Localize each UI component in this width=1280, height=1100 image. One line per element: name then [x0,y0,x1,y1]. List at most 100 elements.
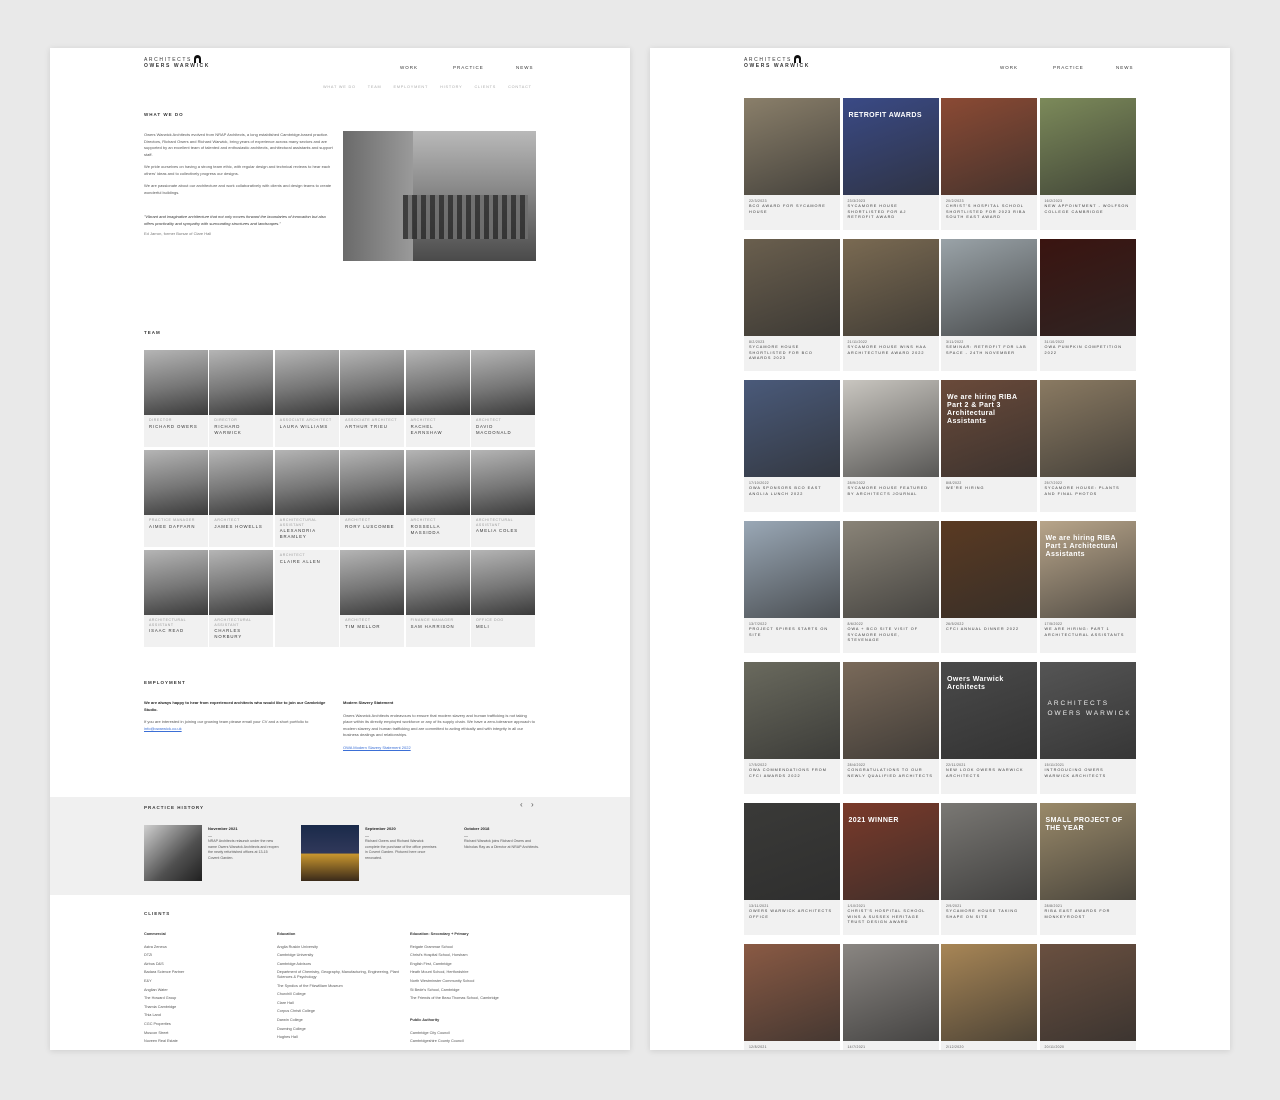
team-member-name: JAMES HOWELLS [214,523,263,529]
news-card[interactable]: 31/10/2022 OWA PUMPKIN COMPETITION 2022 [1039,239,1136,371]
news-card-date: 21/11/2022 [847,340,868,344]
logo-line2: OWERS WARWICK [744,63,810,69]
news-card[interactable]: We are hiring RIBA Part 1 Architectural … [1039,521,1136,653]
team-member-photo [470,550,536,615]
team-member-card[interactable]: PRACTICE MANAGER AIMEE DAFFARN [144,450,209,550]
subnav-what-we-do[interactable]: WHAT WE DO [323,85,356,89]
news-card[interactable]: 21/11/2022 SYCAMORE HOUSE WINS HAA ARCHIT… [842,239,939,371]
subnav-history[interactable]: HISTORY [440,85,462,89]
logo-arch-icon [194,55,201,63]
history-item-3: October 2018 — Richard Warwick joins Ric… [464,826,540,849]
news-card[interactable]: 17/10/2022 OWA SPONSORS BCO EAST ANGLIA L… [744,380,840,512]
nav-practice[interactable]: PRACTICE [453,65,484,70]
news-card[interactable]: 20/2/2023 CHRIST'S HOSPITAL SCHOOL SHORTL… [941,98,1037,230]
what-paragraph-1: Owers Warwick Architects evolved from NR… [144,132,333,157]
slavery-statement-link[interactable]: OWA Modern Slavery Statement 2022 [343,745,536,752]
subnav-team[interactable]: TEAM [368,85,382,89]
team-member-card[interactable]: ARCHITECT RORY LUSCOMBE [340,450,406,550]
news-card-date: 31/10/2022 [1044,340,1065,344]
team-member-card[interactable]: ARCHITECT ROSSELLA MASSIDDA [405,450,471,550]
news-card[interactable]: 8/6/2022 OWA + BCO SITE VISIT OF SYCAMORE… [842,521,939,653]
client-item: Nuveen Real Estate [144,1039,178,1044]
team-member-card[interactable]: ASSOCIATE ARCHITECT LAURA WILLIAMS [274,350,340,450]
news-card-date: 17/5/2022 [749,763,767,767]
subnav-employment[interactable]: EMPLOYMENT [394,85,429,89]
news-card-image [941,803,1037,900]
client-item: Clare Hall [277,1000,294,1005]
news-card[interactable]: 22/3/2023 BCO AWARD FOR SYCAMORE HOUSE [744,98,840,230]
news-card[interactable]: 28/9/2022 SYCAMORE HOUSE FEATURED BY ARCH… [842,380,939,512]
news-card[interactable]: 12/8/2021 [744,944,840,1050]
news-card[interactable]: 16/2/2023 NEW APPOINTMENT - WOLFSON COLLE… [1039,98,1136,230]
team-member-card[interactable]: ASSOCIATE ARCHITECT ARTHUR TRIEU [340,350,406,450]
news-card[interactable]: 2021 WINNER 1/10/2021 CHRIST'S HOSPITAL SC… [842,803,939,935]
news-card[interactable]: 25/7/2022 SYCAMORE HOUSE: PLANTS AND FINA… [1039,380,1136,512]
news-card-image [744,380,840,477]
team-member-role: ARCHITECTURAL ASSISTANT [475,518,513,527]
news-card[interactable]: 17/5/2022 OWA COMMENDATIONS FROM CFCI AWA… [744,662,840,794]
site-header: ARCHITECTS OWERS WARWICK WORK PRACTICE N… [50,48,630,98]
team-member-name: ALEXANDRIA BRAMLEY [279,528,316,539]
team-member-card[interactable]: ARCHITECT RACHEL EARNSHAW [405,350,471,450]
team-member-card[interactable]: ARCHITECT JAMES HOWELLS [209,450,275,550]
news-card[interactable]: 13/7/2022 PROJECT SPIRES STARTS ON SITE [744,521,840,653]
news-card[interactable]: RETROFIT AWARDS 23/3/2023 SYCAMORE HOUSE S… [842,98,939,230]
employment-email-link[interactable]: info@owarwick.co.uk [144,726,182,731]
nav-news[interactable]: NEWS [1116,65,1134,70]
team-member-card[interactable]: OFFICE DOG MELI [470,550,536,650]
news-card[interactable]: 26/5/2022 CFCI ANNUAL DINNER 2022 [941,521,1037,653]
news-card[interactable]: 14/7/2021 [842,944,939,1050]
team-member-card[interactable]: ARCHITECT DAVID MACDONALD [470,350,536,450]
history-item-1: November 2021 — NRAP Architects relaunch… [208,826,279,860]
nav-news[interactable]: NEWS [516,65,534,70]
site-logo[interactable]: ARCHITECTS OWERS WARWICK [744,55,810,69]
news-card-date: 1/10/2021 [847,904,866,908]
news-card-title: RIBA EAST AWARDS FOR MONKEYROOST [1044,909,1111,919]
news-card-title: OWA PUMPKIN COMPETITION 2022 [1044,345,1122,355]
news-card[interactable]: ARCHITECTS OWERS WARWICK 15/11/2021 INTRODU… [1039,662,1136,794]
history-next-icon[interactable]: › [531,800,534,809]
news-card[interactable]: 2/12/2020 [941,944,1037,1050]
team-member-info: OFFICE DOG MELI [470,615,536,647]
slavery-heading: Modern Slavery Statement [343,700,394,705]
site-logo[interactable]: ARCHITECTS OWERS WARWICK [144,55,210,69]
client-item: Heath Mount School, Hertfordshire [410,970,469,975]
news-card-image [941,521,1037,618]
team-member-card[interactable]: ARCHITECTURAL ASSISTANT ISAAC READ [144,550,209,650]
team-member-role: FINANCE MANAGER [410,618,454,622]
team-member-card[interactable]: ARCHITECT TIM MELLOR [340,550,406,650]
news-card-image [1039,380,1136,477]
team-member-card[interactable]: FINANCE MANAGER SAM HARRISON [405,550,471,650]
news-card[interactable]: 28/4/2022 CONGRATULATIONS TO OUR NEWLY QU… [842,662,939,794]
news-card-title: OWA + BCO SITE VISIT OF SYCAMORE HOUSE, … [847,627,919,642]
news-card[interactable]: 13/11/2021 OWERS WARWICK ARCHITECTS OFFIC… [744,803,840,935]
news-card[interactable]: Owers Warwick Architects 22/11/2021 NEW LO… [941,662,1037,794]
news-card[interactable]: 2/9/2021 SYCAMORE HOUSE TAKING SHAPE ON S… [941,803,1037,935]
nav-practice[interactable]: PRACTICE [1053,65,1084,70]
nav-work[interactable]: WORK [1000,65,1018,70]
news-card[interactable]: SMALL PROJECT OF THE YEAR 28/8/2021 RIBA E… [1039,803,1136,935]
news-card[interactable]: 3/11/2022 SEMINAR: RETROFIT FOR LAB SPACE… [941,239,1037,371]
news-card-date: 2/9/2021 [946,904,962,908]
team-member-photo [340,350,406,415]
news-card[interactable]: 8/2/2023 SYCAMORE HOUSE SHORTLISTED FOR B… [744,239,840,371]
subnav-clients[interactable]: CLIENTS [474,85,496,89]
team-member-card[interactable]: DIRECTOR RICHARD WARWICK [209,350,275,450]
news-card[interactable]: We are hiring RIBA Part 2 & Part 3 Archi… [941,380,1037,512]
team-member-photo [209,450,275,515]
news-card-date: 28/9/2022 [847,481,866,485]
team-member-info: DIRECTOR RICHARD WARWICK [209,415,275,447]
team-member-card[interactable]: ARCHITECTURAL ASSISTANT ALEXANDRIA BRAMLE… [274,450,340,550]
news-card-title: NEW APPOINTMENT - WOLFSON COLLEGE CAMBRI… [1044,204,1130,214]
team-member-card[interactable]: ARCHITECT CLAIRE ALLEN [274,550,340,650]
team-member-card[interactable]: ARCHITECTURAL ASSISTANT CHARLES NORBURY [209,550,275,650]
history-prev-icon[interactable]: ‹ [520,800,523,809]
team-member-card[interactable]: DIRECTOR RICHARD OWERS [144,350,209,450]
news-card-date: 23/3/2023 [847,199,866,203]
team-member-card[interactable]: ARCHITECTURAL ASSISTANT AMELIA COLES [470,450,536,550]
news-card-date: 28/8/2021 [1044,904,1063,908]
subnav-contact[interactable]: CONTACT [508,85,532,89]
news-card[interactable]: 20/11/2020 [1039,944,1136,1050]
news-card-overlay-text: We are hiring RIBA Part 1 Architectural … [1045,535,1118,558]
nav-work[interactable]: WORK [400,65,418,70]
